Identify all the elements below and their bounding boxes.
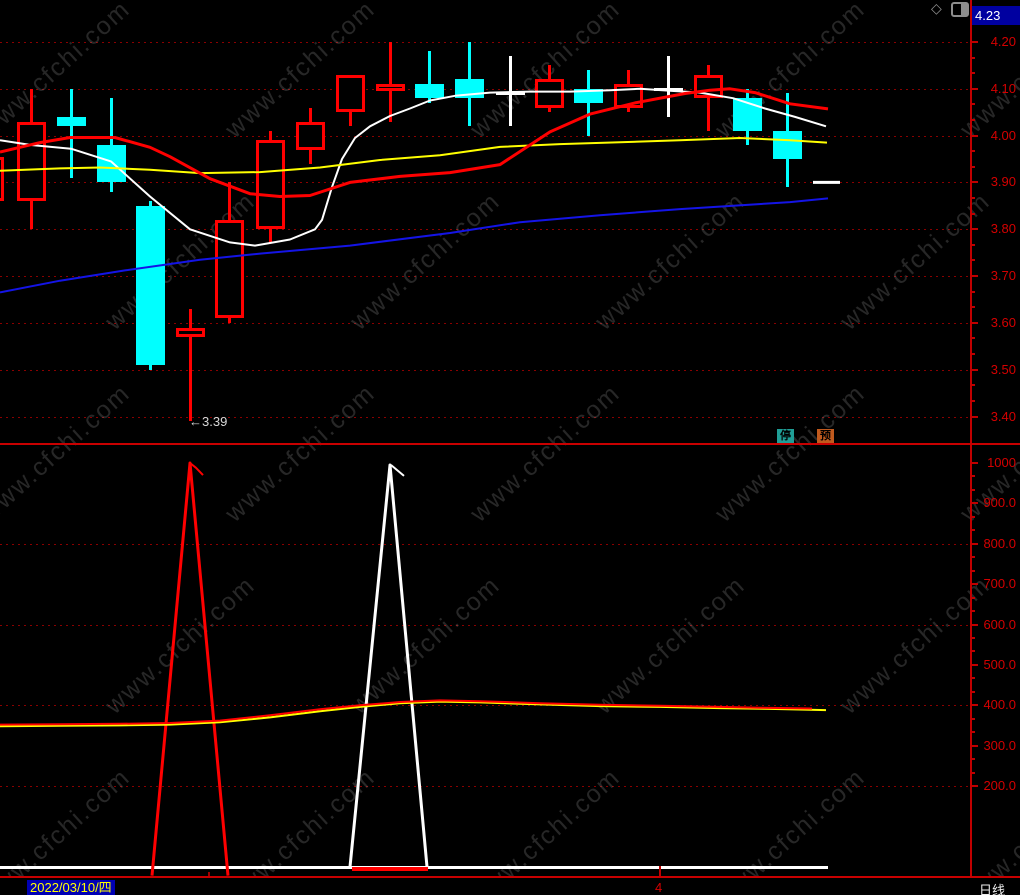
- month-axis-label: 4: [655, 880, 663, 895]
- price-axis-minor-tick: [971, 290, 975, 293]
- price-axis-label: 4.10: [990, 80, 1016, 96]
- indicator-axis-label: 400.0: [983, 697, 1016, 713]
- low-price-annotation: ←3.39: [189, 414, 228, 429]
- price-gridline: [0, 370, 971, 371]
- panel-divider: [0, 443, 1020, 445]
- indicator-axis-minor-tick: [971, 677, 975, 680]
- indicator-axis-label: 1000: [987, 455, 1016, 470]
- candle-up: [336, 74, 365, 113]
- price-gridline: [0, 89, 971, 90]
- indicator-axis-minor-tick: [971, 690, 975, 693]
- indicator-axis-minor-tick: [971, 758, 975, 761]
- price-axis-label: 3.50: [990, 361, 1016, 377]
- price-axis-minor-tick: [971, 72, 975, 75]
- price-axis-minor-tick: [971, 243, 975, 246]
- indicator-axis-label: 700.0: [983, 576, 1016, 592]
- candle-up: [215, 219, 244, 319]
- split-panel-icon[interactable]: [951, 2, 969, 17]
- candle-down: [455, 79, 484, 99]
- indicator-axis-minor-tick: [971, 731, 975, 734]
- trading-app-window: 4.23 ←3.39 停 预 ◇ 2022/03/10/四 4 日线 4.20 4…: [0, 0, 1020, 895]
- candle-up: [256, 140, 285, 230]
- indicator-axis-minor-tick: [971, 529, 975, 532]
- indicator-axis-minor-tick: [971, 636, 975, 639]
- price-axis-minor-tick: [971, 56, 975, 59]
- indicator-gridline: [0, 625, 971, 626]
- price-axis-label: 3.60: [990, 314, 1016, 330]
- candle-down: [574, 88, 603, 103]
- candle-flat: [496, 92, 525, 96]
- candle-down: [57, 116, 86, 127]
- selected-date[interactable]: 2022/03/10/四: [27, 880, 115, 895]
- candle-down: [415, 84, 444, 99]
- indicator-gridline: [0, 544, 971, 545]
- indicator-gridline: [0, 705, 971, 706]
- candle-up: [614, 84, 643, 108]
- candle-down: [136, 205, 165, 365]
- alert-flag-badge[interactable]: 预: [817, 429, 834, 443]
- price-axis-label: 3.80: [990, 221, 1016, 237]
- indicator-axis-minor-tick: [971, 569, 975, 572]
- indicator-axis-minor-tick: [971, 650, 975, 653]
- indicator-axis-label: 800.0: [983, 535, 1016, 551]
- candle-wick: [70, 88, 73, 178]
- price-axis-minor-tick: [971, 259, 975, 262]
- price-axis-minor-tick: [971, 212, 975, 215]
- price-axis-label: 4.00: [990, 127, 1016, 143]
- split-panel-icon-fill: [961, 4, 967, 15]
- candle-wick: [587, 70, 590, 136]
- price-axis-label: 3.40: [990, 408, 1016, 424]
- period-selector-daily[interactable]: 日线: [979, 880, 1005, 895]
- indicator-axis-label: 500.0: [983, 656, 1016, 672]
- price-axis-minor-tick: [971, 353, 975, 356]
- candle-wick: [667, 56, 670, 117]
- price-axis-minor-tick: [971, 150, 975, 153]
- price-axis-minor-tick: [971, 306, 975, 309]
- status-bar: 2022/03/10/四 4 日线: [0, 876, 1020, 895]
- candle-down: [733, 98, 762, 131]
- indicator-axis-minor-tick: [971, 717, 975, 720]
- candle-up: [0, 156, 4, 202]
- price-axis-minor-tick: [971, 197, 975, 200]
- indicator-axis-label: 300.0: [983, 737, 1016, 753]
- price-axis-label: 3.70: [990, 268, 1016, 284]
- indicator-axis-minor-tick: [971, 515, 975, 518]
- indicator-signal-bar: [352, 866, 428, 871]
- indicator-axis-label: 900.0: [983, 495, 1016, 511]
- candle-flat: [654, 87, 683, 91]
- price-axis-minor-tick: [971, 399, 975, 402]
- candle-up: [535, 79, 564, 108]
- diamond-icon[interactable]: ◇: [931, 0, 942, 17]
- candle-up: [376, 84, 405, 92]
- indicator-axis-minor-tick: [971, 610, 975, 613]
- stop-flag-badge[interactable]: 停: [777, 429, 794, 443]
- candle-up: [296, 121, 325, 150]
- candle-wick: [189, 308, 192, 422]
- indicator-axis-minor-tick: [971, 556, 975, 559]
- indicator-axis-minor-tick: [971, 488, 975, 491]
- indicator-axis-minor-tick: [971, 475, 975, 478]
- candle-wick: [389, 42, 392, 122]
- price-axis-minor-tick: [971, 103, 975, 106]
- price-axis-minor-tick: [971, 384, 975, 387]
- candle-wick: [509, 56, 512, 127]
- candle-up: [176, 327, 205, 337]
- price-axis-label: 3.90: [990, 174, 1016, 190]
- indicator-axis-label: 200.0: [983, 778, 1016, 793]
- current-price-badge: 4.23: [972, 6, 1020, 25]
- price-axis-minor-tick: [971, 165, 975, 168]
- price-axis-minor-tick: [971, 337, 975, 340]
- price-axis-minor-tick: [971, 119, 975, 122]
- price-gridline: [0, 182, 971, 183]
- candle-up: [694, 74, 723, 99]
- indicator-axis-label: 600.0: [983, 616, 1016, 632]
- candle-down: [97, 144, 126, 183]
- price-axis-label: 4.20: [990, 34, 1016, 49]
- candle-up: [17, 121, 46, 202]
- indicator-axis-minor-tick: [971, 771, 975, 774]
- indicator-axis-minor-tick: [971, 596, 975, 599]
- candle-down: [773, 130, 802, 160]
